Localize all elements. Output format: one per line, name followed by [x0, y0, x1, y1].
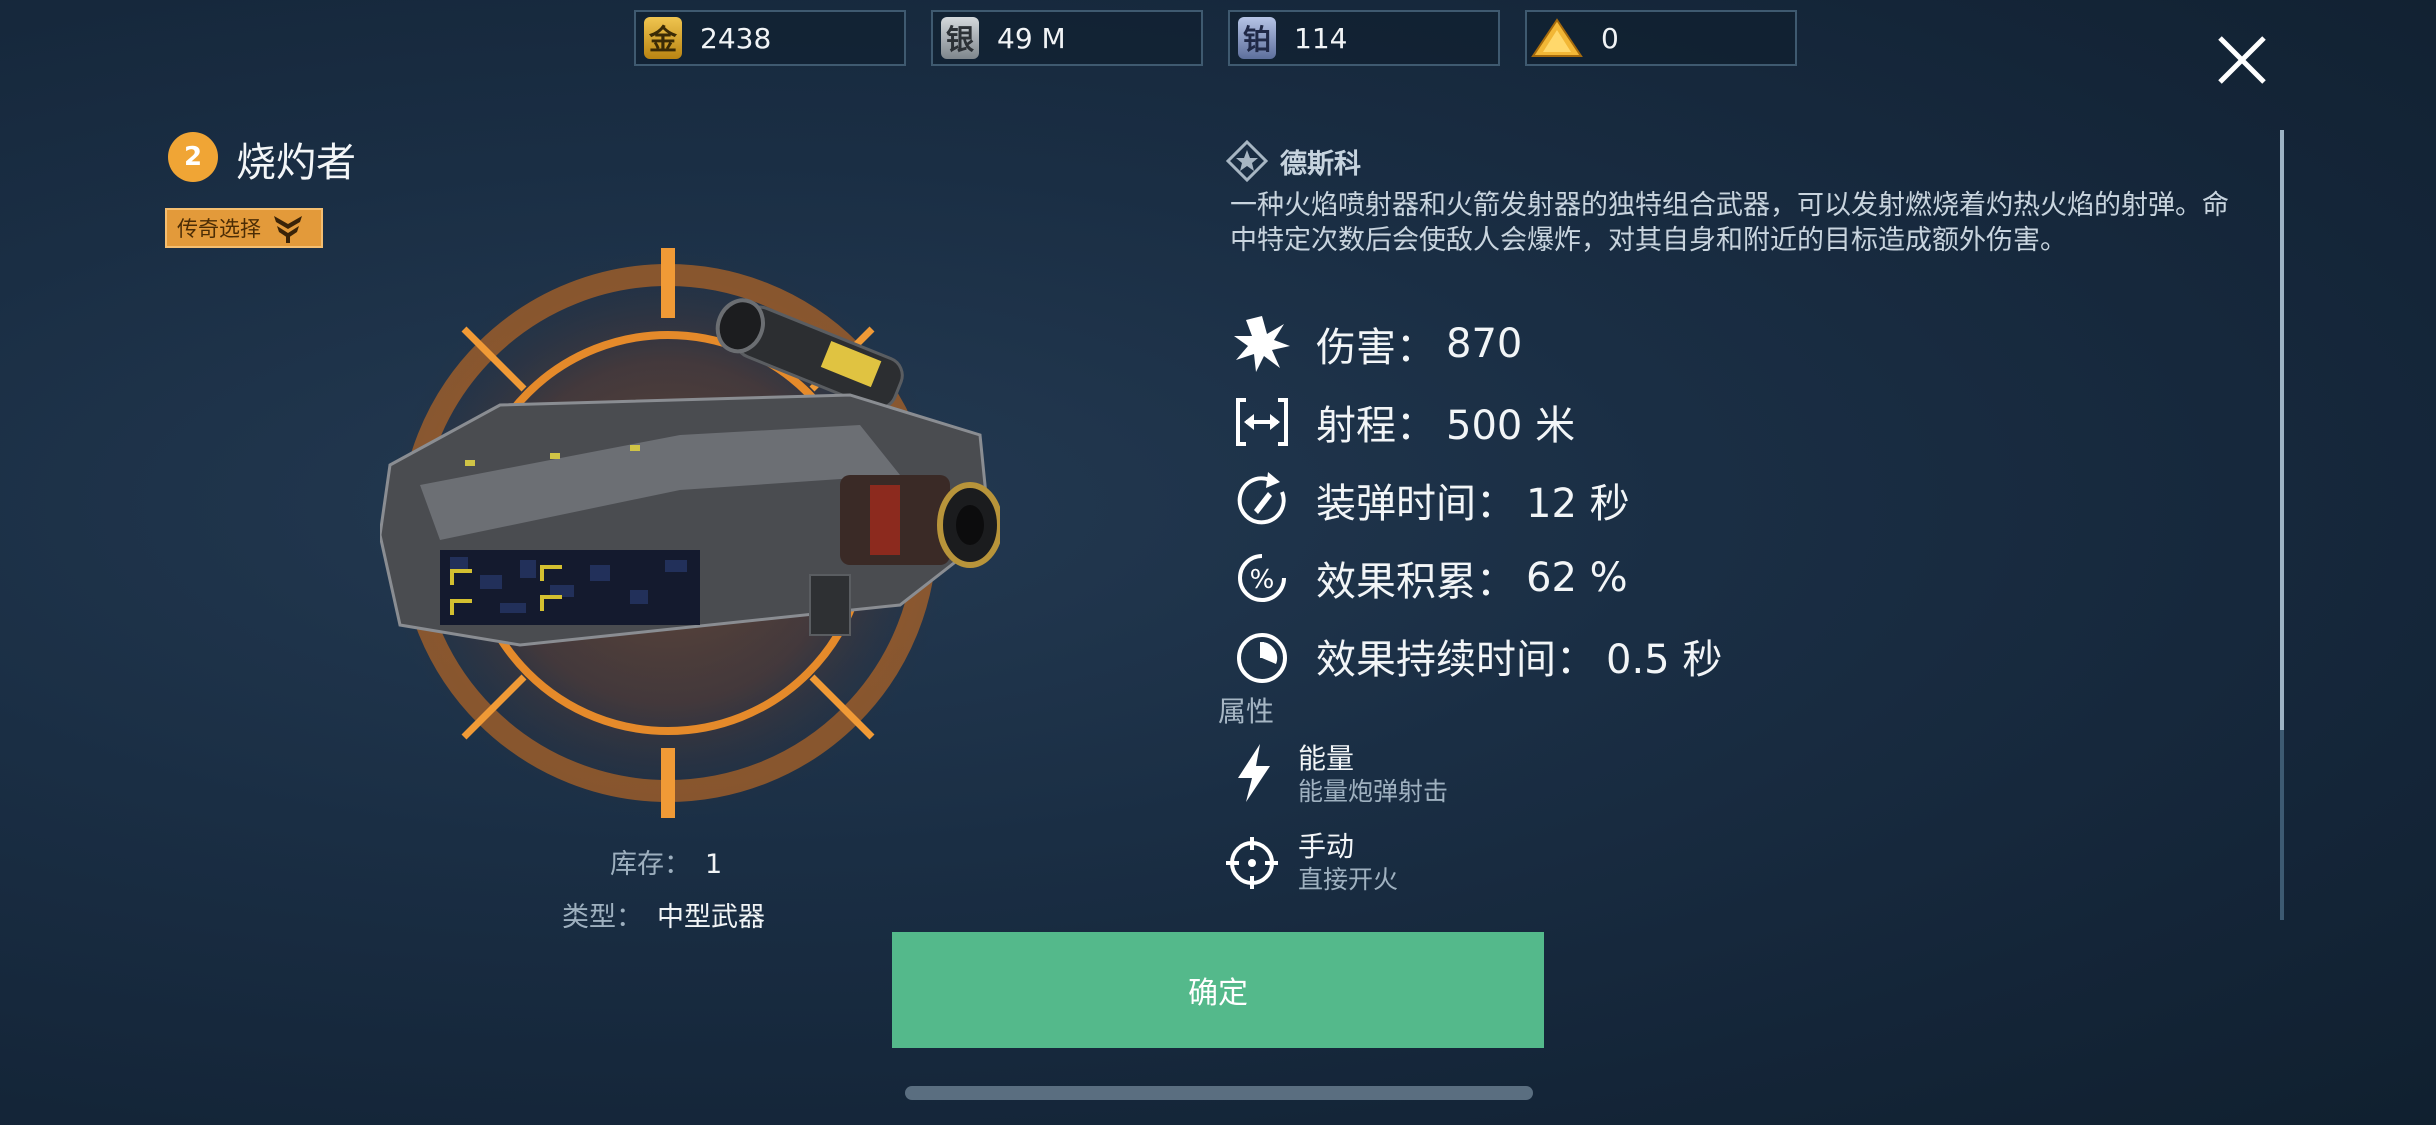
range-icon	[1236, 398, 1288, 446]
platinum-currency-icon: 铂	[1238, 17, 1276, 59]
reload-icon	[1237, 472, 1286, 525]
type-value: 中型武器	[657, 902, 765, 933]
duration-clock-icon	[1237, 633, 1287, 683]
currency-value: 49 M	[997, 21, 1066, 55]
stat-value: 870	[1446, 321, 1523, 367]
attribute-desc: 能量炮弹射击	[1298, 777, 1449, 806]
attribute-name: 能量	[1298, 742, 1355, 775]
manufacturer-name: 德斯科	[1280, 149, 1361, 180]
percent-icon: %	[1238, 554, 1286, 602]
stat-label: 效果持续时间：	[1316, 637, 1596, 683]
silver-currency-icon: 银	[941, 17, 979, 59]
stock-info: 库存： 1	[610, 842, 722, 881]
stat-label: 装弹时间：	[1316, 481, 1516, 527]
stat-effect-buildup: % 效果积累： 62 %	[1232, 546, 1628, 610]
currency-silver: 银 49 M	[931, 10, 1203, 66]
emblem-icon	[274, 216, 302, 243]
stat-label: 射程：	[1316, 403, 1436, 449]
currency-value: 114	[1294, 21, 1348, 55]
weapon-name: 烧灼者	[236, 140, 356, 186]
stock-label: 库存：	[610, 849, 691, 880]
stat-value: 500 米	[1446, 403, 1576, 449]
stat-range: 射程： 500 米	[1232, 390, 1575, 454]
svg-text:%: %	[1250, 565, 1275, 595]
crosshair-icon	[1226, 837, 1278, 889]
stat-value: 12 秒	[1526, 481, 1630, 527]
stat-value: 62 %	[1526, 555, 1628, 601]
legendary-choice-tag: 传奇选择	[165, 208, 323, 248]
stock-value: 1	[705, 849, 723, 880]
legendary-tag-label: 传奇选择	[177, 217, 261, 241]
home-indicator[interactable]	[905, 1086, 1533, 1100]
confirm-button[interactable]: 确定	[892, 932, 1544, 1048]
attribute-manual: 手动 直接开火	[1226, 830, 1398, 896]
type-label: 类型：	[562, 902, 643, 933]
currency-gold: 金 2438	[634, 10, 906, 66]
attribute-desc: 直接开火	[1298, 865, 1399, 894]
attribute-energy: 能量 能量炮弹射击	[1226, 742, 1448, 808]
weapon-level-badge: 2	[168, 132, 218, 182]
close-button[interactable]	[2212, 30, 2272, 90]
details-scrollbar[interactable]	[2280, 130, 2284, 920]
lightning-icon	[1238, 744, 1270, 802]
stat-damage: 伤害： 870	[1232, 312, 1522, 376]
close-icon	[2218, 36, 2266, 84]
stat-reload: 装弹时间： 12 秒	[1232, 468, 1630, 532]
stat-effect-duration: 效果持续时间： 0.5 秒	[1232, 624, 1722, 688]
weapon-image	[380, 298, 1000, 647]
scrollbar-thumb[interactable]	[2280, 130, 2284, 730]
damage-burst-icon	[1234, 316, 1290, 372]
weapon-description: 一种火焰喷射器和火箭发射器的独特组合武器，可以发射燃烧着灼热火焰的射弹。命中特定…	[1230, 190, 2229, 256]
currency-value: 0	[1601, 21, 1619, 55]
key-currency-icon	[1531, 17, 1583, 59]
attributes-title: 属性	[1218, 695, 1275, 728]
gold-currency-icon: 金	[644, 17, 682, 59]
stat-label: 效果积累：	[1316, 559, 1516, 605]
type-info: 类型： 中型武器	[562, 895, 765, 934]
manufacturer-icon	[1226, 140, 1268, 182]
currency-key: 0	[1525, 10, 1797, 66]
currency-value: 2438	[700, 21, 772, 55]
stat-label: 伤害：	[1316, 325, 1436, 371]
attribute-name: 手动	[1298, 830, 1355, 863]
stat-value: 0.5 秒	[1606, 637, 1723, 683]
currency-platinum: 铂 114	[1228, 10, 1500, 66]
